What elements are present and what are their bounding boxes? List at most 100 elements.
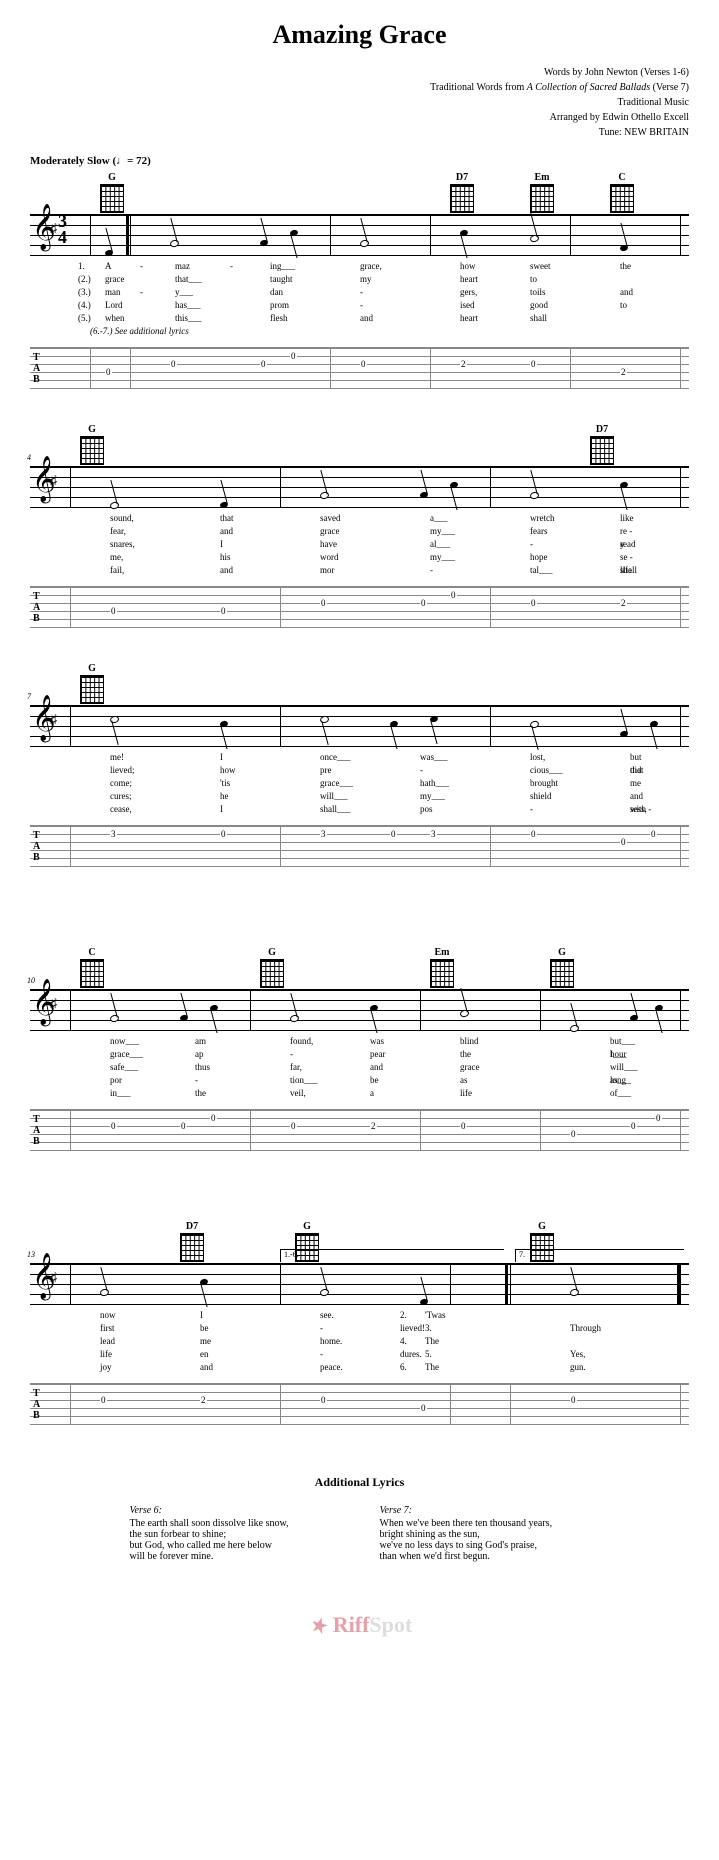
volta-bracket: 7. (515, 1249, 684, 1262)
lyric-syllable: flesh (270, 313, 288, 323)
lyric-syllable: gers, (460, 287, 477, 297)
tab-barline (70, 826, 71, 866)
lyric-line: grace___ap-pearthehourI___ (30, 1049, 689, 1062)
chord-name: Em (530, 172, 554, 183)
note (289, 229, 298, 237)
tab-barline (280, 1384, 281, 1424)
lyric-syllable: - (230, 261, 233, 271)
lyric-syllable: - (140, 261, 143, 271)
lyric-syllable: snares, (110, 539, 135, 549)
barline (70, 990, 71, 1030)
note (419, 491, 428, 499)
barline (430, 215, 431, 255)
note (429, 715, 438, 723)
chord-name: G (260, 947, 284, 958)
key-signature: ♯ (50, 1271, 57, 1287)
barline (540, 990, 541, 1030)
lyric-syllable: cease, (110, 804, 132, 814)
lyric-syllable: I (220, 804, 223, 814)
tab-barline (680, 587, 681, 627)
lyric-syllable: life (100, 1349, 112, 1359)
lyrics-block: nowIsee.2.'Twasfirstbe-lieved!3.Throughl… (30, 1310, 689, 1375)
lyric-syllable: to (530, 274, 537, 284)
time-signature: 34 (58, 213, 67, 245)
key-signature: ♯ (50, 997, 57, 1013)
tab-barline (510, 1384, 511, 1424)
lyric-syllable: see. (320, 1310, 334, 1320)
lyric-syllable: come; (110, 778, 132, 788)
lyric-syllable: a (370, 1088, 374, 1098)
lyric-syllable: - (290, 1049, 293, 1059)
note (649, 720, 658, 728)
chord-diagram: D7 (450, 172, 474, 213)
note (109, 715, 120, 724)
lyric-line: sound,thatsaveda___wretchlike (30, 513, 689, 526)
notation-staff: 𝄞♯34 (30, 214, 689, 256)
fret-number: 0 (390, 829, 397, 839)
chord-name: G (530, 1221, 554, 1232)
measure-number: 4 (27, 453, 31, 462)
lyric-syllable: to (620, 300, 627, 310)
fret-number: 0 (290, 1121, 297, 1131)
tab-barline (330, 348, 331, 388)
barline (280, 467, 281, 507)
lyric-syllable: ap (195, 1049, 204, 1059)
tab-barline (680, 348, 681, 388)
lyric-syllable: shield (530, 791, 552, 801)
note (109, 1014, 120, 1023)
lyric-syllable: thus (195, 1062, 210, 1072)
credits-block: Words by John Newton (Verses 1-6) Tradit… (30, 65, 689, 140)
tab-label: TAB (33, 1388, 40, 1421)
chord-row: CGEmG (30, 947, 689, 987)
fret-number: 0 (220, 606, 227, 616)
lyric-syllable: be (200, 1323, 209, 1333)
note (619, 481, 628, 489)
fret-number: 0 (650, 829, 657, 839)
lyric-syllable: man (105, 287, 121, 297)
chord-diagram: Em (530, 172, 554, 213)
fret-number: 0 (620, 837, 627, 847)
note (259, 239, 268, 247)
lyric-line: firstbe-lieved!3.Through (30, 1323, 689, 1336)
lyric-syllable: once___ (320, 752, 351, 762)
lyric-syllable: 3. (425, 1323, 432, 1333)
tab-label: TAB (33, 591, 40, 624)
lyric-syllable: I (200, 1310, 203, 1320)
lyric-syllable: me, (110, 552, 123, 562)
lyric-syllable: y___ (175, 287, 193, 297)
volta-bracket: 1.-6. (280, 1249, 504, 1262)
chord-diagram: G (260, 947, 284, 988)
notation-staff: 13𝄞♯1.-6.7. (30, 1263, 689, 1305)
note (569, 1024, 580, 1033)
lyric-syllable: the (460, 1049, 471, 1059)
lyric-syllable: lead (100, 1336, 115, 1346)
fret-number: 0 (180, 1121, 187, 1131)
lyric-syllable: taught (270, 274, 293, 284)
lyric-syllable: 'tis (220, 778, 230, 788)
credit-line: Traditional Words from A Collection of S… (30, 80, 689, 95)
lyrics-block: me!Ionce___was___lost,butlieved;howpre-c… (30, 752, 689, 817)
chord-diagram: G (100, 172, 124, 213)
lyric-syllable: that (630, 765, 644, 775)
chord-name: D7 (450, 172, 474, 183)
lyric-syllable: sweet (530, 261, 551, 271)
tab-barline (450, 1384, 451, 1424)
credit-line: Tune: NEW BRITAIN (30, 125, 689, 140)
measure-number: 7 (27, 692, 31, 701)
barline (250, 990, 251, 1030)
lyric-syllable: fear, (110, 526, 126, 536)
tab-barline (130, 348, 131, 388)
chord-row: GD7 (30, 424, 689, 464)
fret-number: 2 (620, 598, 627, 608)
fret-number: 0 (210, 1113, 217, 1123)
fret-number: 3 (110, 829, 117, 839)
lyric-line: me!Ionce___was___lost,but (30, 752, 689, 765)
lyric-syllable: and (220, 565, 233, 575)
lyric-syllable: my___ (420, 791, 445, 801)
lyric-syllable: I (220, 752, 223, 762)
lyric-syllable: joy (100, 1362, 112, 1372)
tab-label: TAB (33, 1114, 40, 1147)
lyric-syllable: prom (270, 300, 289, 310)
lyric-syllable: now (100, 1310, 116, 1320)
barline (680, 467, 681, 507)
